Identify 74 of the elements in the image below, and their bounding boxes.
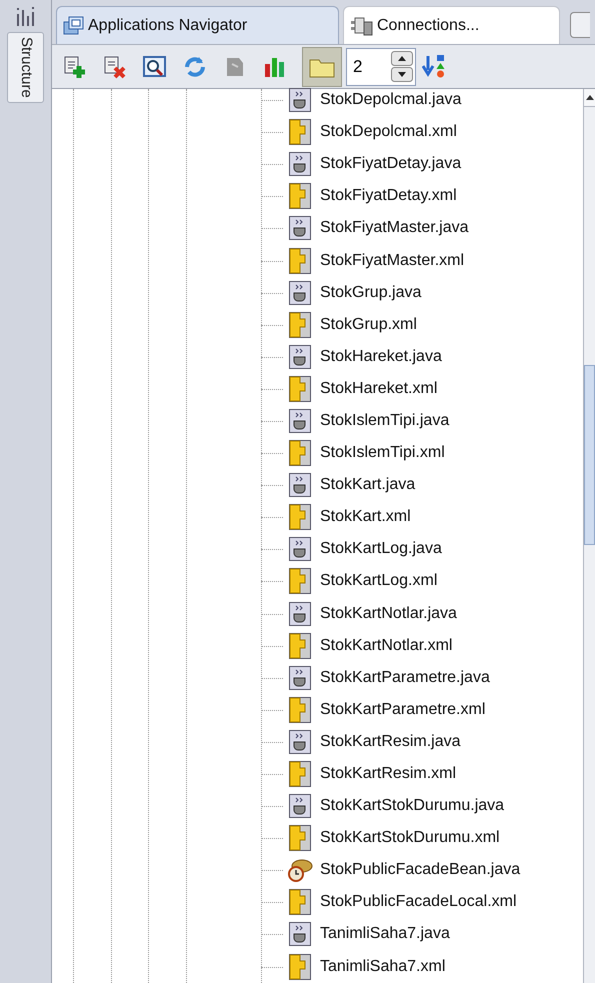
xml-file-icon — [289, 312, 311, 338]
up-arrow-icon — [586, 95, 594, 100]
file-item[interactable]: StokFiyatMaster.java — [320, 216, 468, 240]
file-item[interactable]: StokDepolcmal.java — [320, 88, 462, 112]
java-file-icon — [289, 152, 311, 176]
spinner-field[interactable]: 2 — [346, 48, 416, 86]
java-file-icon — [289, 280, 311, 305]
file-item[interactable]: StokKartLog.java — [320, 537, 442, 562]
java-file-icon — [289, 730, 311, 754]
file-item[interactable]: TanimliSaha7.xml — [320, 954, 446, 979]
java-file-icon — [289, 794, 311, 818]
file-item[interactable]: StokKartStokDurumu.xml — [320, 826, 500, 850]
xml-file-icon — [289, 440, 311, 466]
java-file-icon — [289, 344, 311, 369]
file-item[interactable]: StokFiyatMaster.xml — [320, 248, 464, 273]
xml-file-icon — [289, 632, 311, 659]
xml-file-icon — [289, 183, 311, 210]
file-item[interactable]: StokKart.java — [320, 473, 416, 498]
file-item[interactable]: StokGrup.java — [320, 280, 422, 305]
file-item[interactable]: TanimliSaha7.java — [320, 922, 450, 946]
file-item[interactable]: StokKartStokDurumu.java — [320, 794, 504, 818]
minimize-button[interactable] — [570, 12, 590, 38]
spin-down-icon[interactable] — [391, 67, 413, 82]
spin-up-icon[interactable] — [391, 51, 413, 66]
scrollbar[interactable] — [583, 89, 595, 983]
java-file-icon — [289, 408, 311, 433]
tab[interactable]: Applications Navigator — [56, 6, 339, 44]
file-item[interactable]: StokFiyatDetay.xml — [320, 184, 457, 208]
file-item[interactable]: StokKartResim.java — [320, 730, 460, 754]
java-file-icon — [289, 602, 311, 626]
file-item[interactable]: StokDepolcmal.xml — [320, 120, 457, 144]
file-item[interactable]: StokGrup.xml — [320, 312, 417, 337]
xml-file-icon — [289, 696, 311, 723]
file-item[interactable]: StokPublicFacadeBean.java — [320, 858, 520, 882]
java-file-icon — [289, 537, 311, 562]
xml-file-icon — [289, 376, 311, 402]
xml-file-icon — [289, 119, 311, 146]
add-file-icon[interactable] — [62, 54, 88, 80]
file-item[interactable]: StokHareket.java — [320, 344, 442, 369]
xml-file-icon — [289, 889, 311, 916]
remove-file-icon[interactable] — [102, 54, 128, 80]
folder-toggle-button[interactable] — [302, 46, 342, 86]
xml-file-icon — [289, 761, 311, 788]
file-item[interactable]: StokKart.xml — [320, 505, 411, 530]
file-item[interactable]: StokIslemTipi.java — [320, 408, 450, 433]
tab[interactable]: Connections... — [343, 6, 560, 44]
file-item[interactable]: StokIslemTipi.xml — [320, 441, 445, 466]
xml-file-icon — [289, 568, 311, 594]
scroll-thumb[interactable] — [584, 365, 595, 545]
xml-file-icon — [289, 825, 311, 852]
structure-icon[interactable] — [14, 6, 36, 28]
side-tab[interactable]: Structure — [7, 32, 44, 103]
file-item[interactable]: StokPublicFacadeLocal.xml — [320, 890, 517, 914]
file-item[interactable]: StokKartParametre.java — [320, 666, 490, 690]
bean-clock-icon — [287, 857, 313, 884]
file-item[interactable]: StokKartNotlar.xml — [320, 634, 452, 658]
java-file-icon — [289, 88, 311, 112]
java-file-icon — [289, 922, 311, 946]
java-file-icon — [289, 216, 311, 240]
xml-file-icon — [289, 504, 311, 530]
file-item[interactable]: StokKartParametre.xml — [320, 698, 486, 722]
scroll-up-button[interactable] — [584, 89, 595, 107]
java-file-icon — [289, 473, 311, 498]
file-item[interactable]: StokKartNotlar.java — [320, 602, 457, 626]
xml-file-icon — [289, 954, 311, 980]
file-item[interactable]: StokFiyatDetay.java — [320, 152, 462, 176]
xml-file-icon — [289, 248, 311, 274]
file-item[interactable]: StokKartResim.xml — [320, 762, 456, 786]
search-icon[interactable] — [142, 54, 168, 80]
plug-icon — [350, 16, 374, 36]
file-item[interactable]: StokKartLog.xml — [320, 569, 438, 594]
app-windows-icon — [63, 16, 85, 36]
java-file-icon — [289, 666, 311, 690]
file-item[interactable]: StokHareket.xml — [320, 376, 438, 401]
